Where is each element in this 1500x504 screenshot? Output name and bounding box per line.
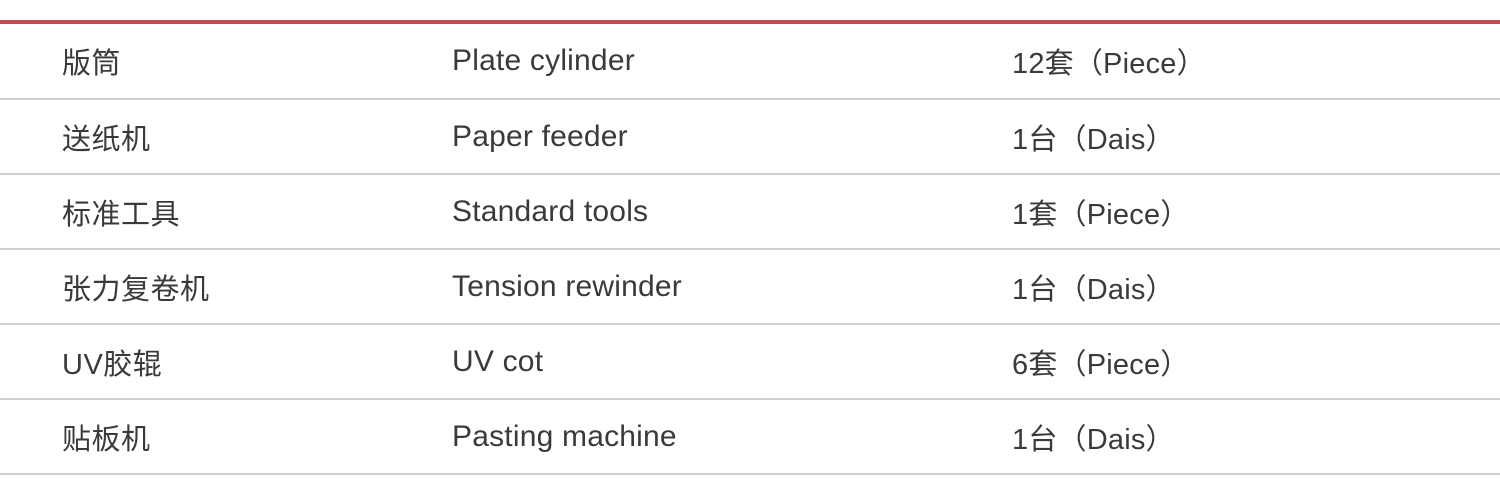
table-row: 张力复卷机 Tension rewinder 1台（Dais） [0,249,1500,325]
table-row: 送纸机 Paper feeder 1台（Dais） [0,99,1500,175]
cell-quantity-text: 1台（Dais） [1012,423,1175,456]
cell-name-cn: UV胶辊 [0,324,452,400]
cell-name-en-text: Plate cylinder [452,44,635,77]
spec-table-body: 版筒 Plate cylinder 12套（Piece） 送纸机 Paper f… [0,24,1500,475]
cell-quantity: 1台（Dais） [1012,399,1500,475]
cell-name-en-text: Tension rewinder [452,269,682,303]
cell-name-en: Plate cylinder [452,24,1012,100]
table-row: 贴板机 Pasting machine 1台（Dais） [0,399,1500,475]
cell-name-en-text: Pasting machine [452,419,677,453]
cell-name-cn: 标准工具 [0,174,452,250]
cell-name-en-text: Paper feeder [452,119,628,153]
cell-name-en: UV cot [452,324,1012,400]
table-row: 标准工具 Standard tools 1套（Piece） [0,174,1500,250]
equipment-spec-table: 版筒 Plate cylinder 12套（Piece） 送纸机 Paper f… [0,24,1500,475]
cell-quantity-text: 1套（Piece） [1012,198,1190,231]
cell-quantity: 1台（Dais） [1012,249,1500,325]
spec-sheet: 版筒 Plate cylinder 12套（Piece） 送纸机 Paper f… [0,0,1500,504]
cell-name-cn: 贴板机 [0,399,452,475]
table-row: UV胶辊 UV cot 6套（Piece） [0,324,1500,400]
cell-quantity: 12套（Piece） [1012,24,1500,100]
cell-name-cn: 张力复卷机 [0,249,452,325]
cell-quantity-text: 12套（Piece） [1012,48,1206,80]
cell-quantity-text: 1台（Dais） [1012,123,1175,156]
cell-name-en: Paper feeder [452,99,1012,175]
cell-name-en: Tension rewinder [452,249,1012,325]
cell-name-en-text: UV cot [452,344,544,378]
cell-name-en: Pasting machine [452,399,1012,475]
cell-quantity-text: 6套（Piece） [1012,348,1190,381]
cell-name-en: Standard tools [452,174,1012,250]
cell-name-en-text: Standard tools [452,194,649,228]
cell-quantity: 1套（Piece） [1012,174,1500,250]
cell-quantity: 1台（Dais） [1012,99,1500,175]
cell-name-cn: 送纸机 [0,99,452,175]
cell-quantity: 6套（Piece） [1012,324,1500,400]
cell-quantity-text: 1台（Dais） [1012,273,1175,306]
cell-name-cn: 版筒 [0,24,452,100]
table-row: 版筒 Plate cylinder 12套（Piece） [0,24,1500,100]
